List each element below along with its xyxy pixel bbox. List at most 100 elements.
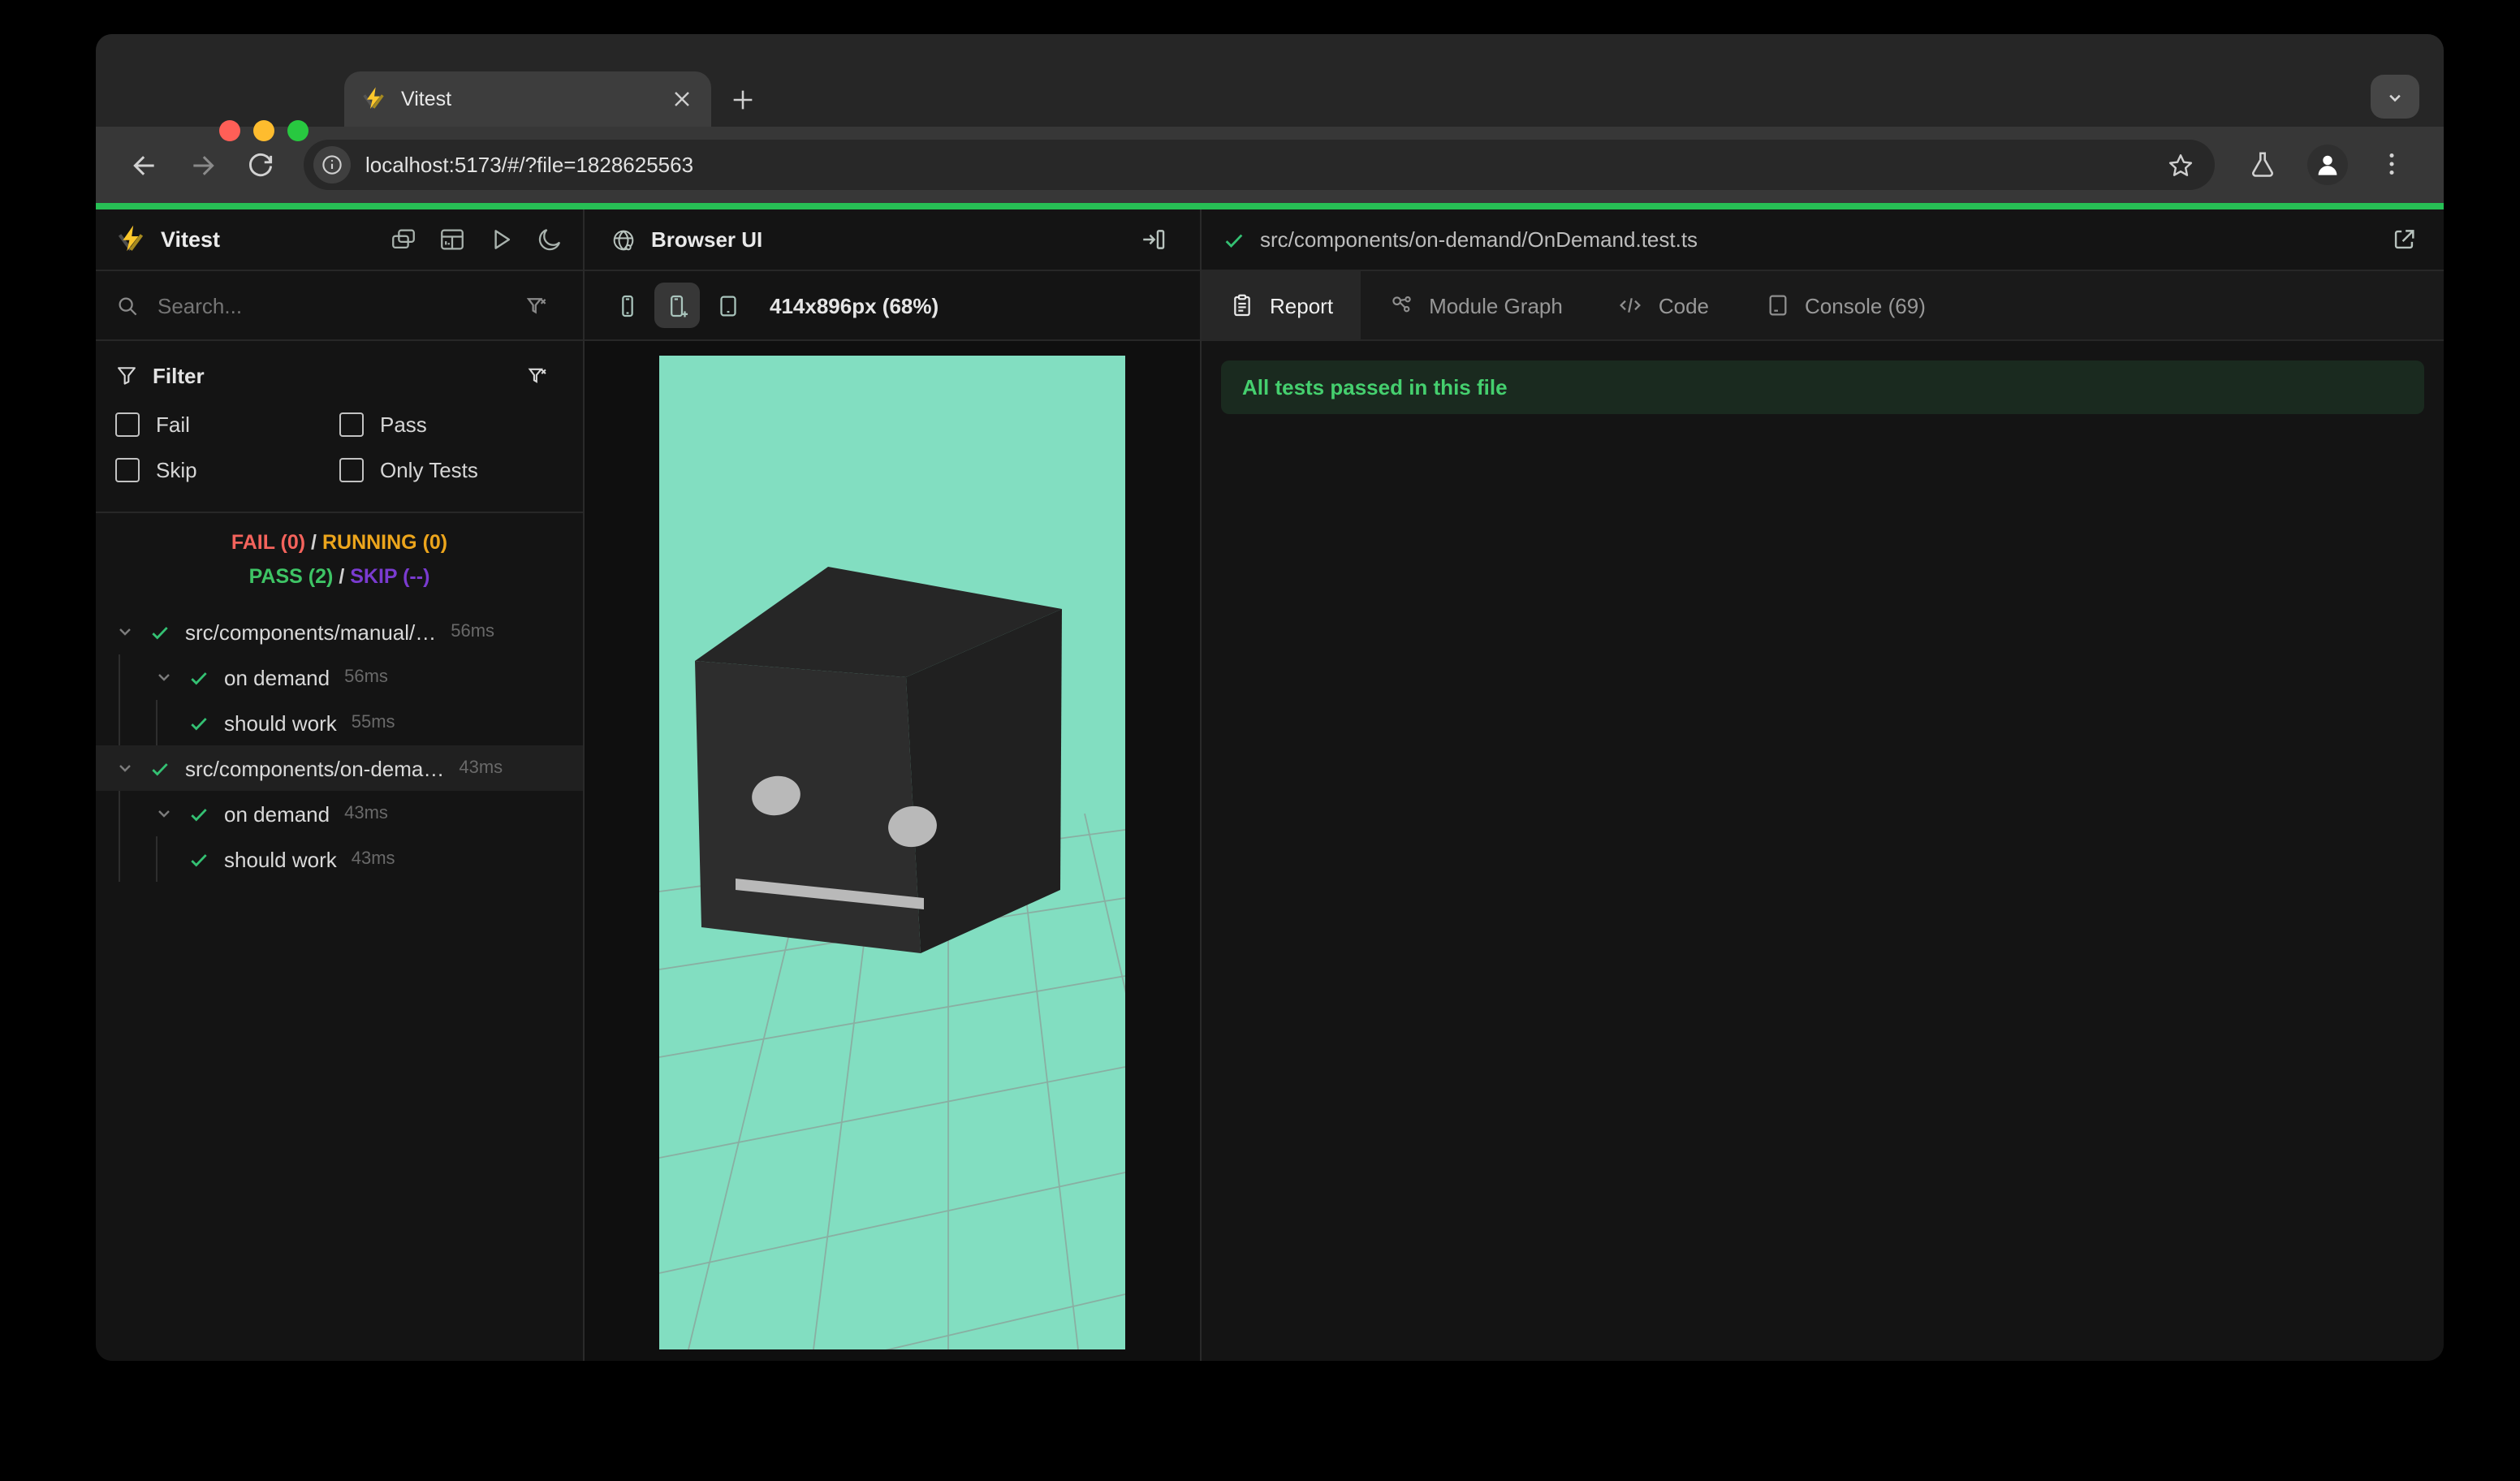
menu-dots-icon[interactable] (2377, 149, 2408, 180)
test-case-label: should work (224, 847, 337, 871)
test-file-row-selected[interactable]: src/components/on-dema… 43ms (96, 745, 583, 791)
check-icon (188, 667, 209, 688)
tab-label: Module Graph (1429, 293, 1563, 317)
tab-label: Code (1658, 293, 1709, 317)
minimize-window-button[interactable] (253, 120, 274, 141)
phone-plus-icon (663, 291, 691, 319)
filter-option-pass[interactable]: Pass (339, 401, 563, 447)
test-file-label: src/components/manual/… (185, 620, 437, 644)
checkbox-skip[interactable] (115, 457, 140, 481)
filter-option-fail[interactable]: Fail (115, 401, 339, 447)
report-panel: src/components/on-demand/OnDemand.test.t… (1202, 209, 2444, 1361)
test-case-row[interactable]: should work 55ms (96, 700, 583, 745)
filter-option-only-tests[interactable]: Only Tests (339, 447, 563, 492)
address-bar[interactable]: localhost:5173/#/?file=1828625563 (304, 140, 2215, 190)
tablet-icon (714, 291, 741, 319)
forward-icon[interactable] (187, 149, 219, 181)
checkbox-only-tests[interactable] (339, 457, 364, 481)
run-icon[interactable] (487, 226, 515, 253)
bookmark-star-icon[interactable] (2166, 150, 2195, 179)
traffic-lights[interactable] (219, 120, 309, 141)
device-tablet-button[interactable] (705, 283, 750, 328)
tab-module-graph[interactable]: Module Graph (1361, 271, 1590, 339)
url-text[interactable]: localhost:5173/#/?file=1828625563 (365, 153, 2166, 177)
vitest-logo-icon (115, 224, 146, 255)
test-suite-label: on demand (224, 665, 330, 689)
tab-search-button[interactable] (2371, 75, 2419, 119)
tab-report[interactable]: Report (1202, 271, 1361, 339)
check-icon (188, 848, 209, 870)
filter-section: Filter Fail Pass Skip Only Tests (96, 341, 583, 513)
tab-console[interactable]: Console (69) (1737, 271, 1953, 339)
dashboard-icon[interactable] (438, 226, 466, 253)
tab-code[interactable]: Code (1590, 271, 1737, 339)
report-icon (1229, 292, 1255, 318)
zoom-window-button[interactable] (287, 120, 309, 141)
app-title: Vitest (161, 227, 221, 252)
test-status-progress-bar (96, 203, 2444, 209)
test-suite-label: on demand (224, 801, 330, 826)
tab-strip: Vitest (96, 34, 2444, 141)
chevron-down-icon[interactable] (115, 758, 135, 778)
close-window-button[interactable] (219, 120, 240, 141)
vitest-ui: Vitest Search... Filter Fail Pass Skip O… (96, 209, 2444, 1361)
test-duration: 43ms (459, 758, 503, 778)
test-duration: 56ms (344, 667, 388, 687)
browser-tab[interactable]: Vitest (344, 71, 711, 127)
checkbox-label: Skip (156, 457, 197, 481)
clear-filter-icon[interactable] (524, 293, 549, 317)
running-count: RUNNING (0) (321, 531, 448, 554)
close-tab-icon[interactable] (669, 86, 695, 112)
checkbox-label: Pass (380, 412, 427, 436)
test-case-row[interactable]: should work 43ms (96, 836, 583, 882)
test-file-row[interactable]: src/components/manual/… 56ms (96, 609, 583, 654)
back-icon[interactable] (128, 149, 161, 181)
search-icon (115, 293, 140, 317)
new-tab-icon[interactable] (729, 86, 757, 114)
checkbox-fail[interactable] (115, 412, 140, 436)
site-info-icon[interactable] (313, 146, 351, 184)
test-duration: 55ms (351, 713, 395, 732)
open-panel-icon[interactable] (1140, 226, 1167, 253)
chevron-down-icon[interactable] (154, 667, 174, 687)
external-link-icon[interactable] (2390, 226, 2418, 253)
test-case-label: should work (224, 710, 337, 735)
moon-icon[interactable] (536, 226, 563, 253)
fail-count: FAIL (0) (231, 531, 306, 554)
clear-filter-icon[interactable] (526, 364, 549, 386)
collapse-panels-icon[interactable] (390, 226, 417, 253)
search-input[interactable] (154, 291, 524, 319)
report-tabbar: Report Module Graph Code Console (69) (1202, 271, 2444, 341)
check-icon (149, 758, 170, 779)
browser-ui-title: Browser UI (651, 227, 763, 252)
code-icon (1618, 292, 1644, 318)
profile-icon[interactable] (2307, 145, 2348, 185)
test-summary: FAIL (0) / RUNNING (0) PASS (2) / SKIP (… (96, 513, 583, 609)
browser-toolbar: localhost:5173/#/?file=1828625563 (96, 127, 2444, 203)
pass-count: PASS (2) (248, 565, 334, 588)
globe-icon (611, 227, 636, 253)
skip-count: SKIP (--) (350, 565, 430, 588)
chevron-down-icon[interactable] (154, 804, 174, 823)
filter-option-skip[interactable]: Skip (115, 447, 339, 492)
chevron-down-icon[interactable] (115, 622, 135, 641)
all-tests-passed-banner: All tests passed in this file (1221, 361, 2424, 414)
module-graph-icon (1388, 292, 1414, 318)
reload-icon[interactable] (245, 149, 278, 181)
vitest-logo-icon (360, 86, 386, 112)
tested-page-preview[interactable] (659, 356, 1125, 1349)
filter-icon (115, 364, 138, 386)
search-bar[interactable] (96, 271, 583, 341)
flask-icon[interactable] (2247, 149, 2278, 180)
test-suite-row[interactable]: on demand 43ms (96, 791, 583, 836)
viewport-dimensions: 414x896px (68%) (770, 293, 939, 317)
checkbox-pass[interactable] (339, 412, 364, 436)
test-duration: 56ms (451, 622, 495, 641)
tab-title: Vitest (401, 88, 452, 110)
device-phone-small-button[interactable] (604, 283, 649, 328)
check-icon (188, 803, 209, 824)
tab-label: Report (1270, 293, 1334, 317)
device-phone-plus-button[interactable] (654, 283, 700, 328)
test-file-path: src/components/on-demand/OnDemand.test.t… (1260, 227, 1698, 252)
test-suite-row[interactable]: on demand 56ms (96, 654, 583, 700)
